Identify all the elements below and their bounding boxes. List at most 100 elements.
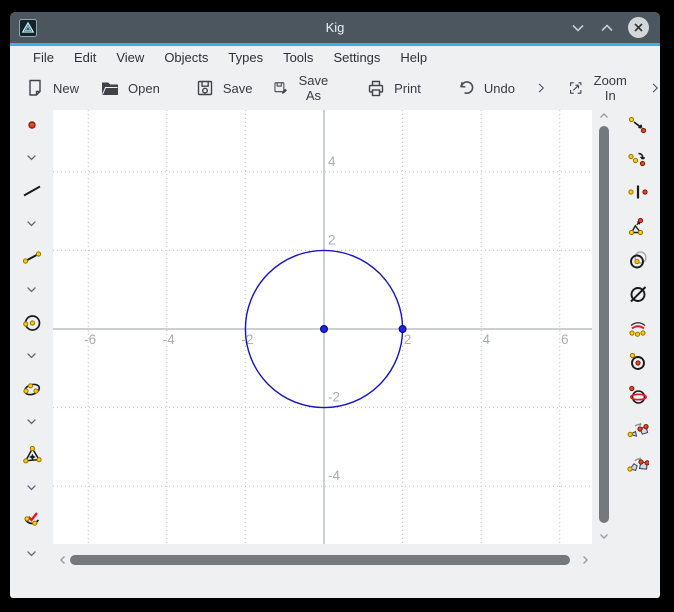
print-icon: [365, 77, 387, 99]
chevron-up-icon: [599, 20, 615, 36]
translate-tool[interactable]: [616, 108, 660, 142]
y-axis-label: -4: [328, 468, 340, 483]
segment-tool[interactable]: [10, 240, 53, 273]
menubar: FileEditViewObjectsTypesToolsSettingsHel…: [10, 46, 660, 68]
menu-types[interactable]: Types: [218, 48, 273, 67]
menu-tools[interactable]: Tools: [273, 48, 323, 67]
circle-tool-expander[interactable]: [10, 339, 53, 372]
chevron-right-small-icon: [648, 81, 660, 95]
app-icon: [19, 19, 37, 37]
test-tool[interactable]: [10, 504, 53, 537]
new-button[interactable]: New: [14, 72, 89, 104]
window-title: Kig: [10, 20, 660, 35]
line-tool[interactable]: [10, 174, 53, 207]
open-folder-icon: [99, 77, 121, 99]
scale-icon: [627, 215, 649, 237]
point-reflection-icon: [627, 181, 649, 203]
translate-icon: [627, 114, 649, 136]
chevron-right-icon: [579, 554, 591, 566]
toolbar-overflow-button[interactable]: [525, 72, 557, 104]
v-scroll-thumb[interactable]: [599, 126, 609, 523]
polygon-tool-expander[interactable]: [10, 471, 53, 504]
menu-objects[interactable]: Objects: [154, 48, 218, 67]
chevron-left-icon: [57, 554, 69, 566]
segment-tool-expander[interactable]: [10, 273, 53, 306]
chevron-down-icon: [23, 215, 40, 232]
x-axis-label: -6: [84, 332, 96, 347]
save-as-icon: [272, 77, 288, 99]
toolbar-button-label: Open: [128, 81, 160, 96]
line-tool-expander[interactable]: [10, 207, 53, 240]
toolbar-button-label: Save: [223, 81, 253, 96]
projective-rotation-icon: [627, 384, 649, 406]
chevron-down-icon: [23, 545, 40, 562]
polygon-tool[interactable]: [10, 438, 53, 471]
inversion-circle-tool[interactable]: [616, 345, 660, 379]
h-scroll-right-button[interactable]: [579, 554, 591, 566]
similitude-tool[interactable]: [616, 412, 660, 446]
menu-view[interactable]: View: [106, 48, 154, 67]
toolbar-button-label: New: [53, 81, 79, 96]
chevron-down-icon: [23, 413, 40, 430]
projective-rotation-tool[interactable]: [616, 378, 660, 412]
minimize-button[interactable]: [570, 20, 586, 36]
right-toolbox: [616, 108, 660, 480]
close-button[interactable]: [628, 17, 649, 38]
chevron-down-icon: [23, 347, 40, 364]
point-reflection-tool[interactable]: [616, 176, 660, 210]
print-button[interactable]: Print: [355, 72, 431, 104]
v-scroll-up-button[interactable]: [598, 110, 610, 122]
menu-edit[interactable]: Edit: [64, 48, 106, 67]
similarity-tool[interactable]: [616, 243, 660, 277]
titlebar[interactable]: Kig: [10, 12, 660, 43]
inversion-circle-icon: [627, 350, 649, 372]
segment-icon: [21, 246, 43, 268]
zoom-in-button[interactable]: Zoom In: [557, 72, 639, 104]
menu-help[interactable]: Help: [390, 48, 437, 67]
save-icon: [194, 77, 216, 99]
point-tool[interactable]: [10, 108, 53, 141]
open-button[interactable]: Open: [89, 72, 170, 104]
geometry-point[interactable]: [321, 326, 328, 333]
line-icon: [21, 180, 43, 202]
x-axis-label: 6: [561, 332, 569, 347]
toolbar-button-label: Zoom In: [591, 73, 629, 103]
chevron-down-icon: [23, 479, 40, 496]
chevron-down-icon: [23, 281, 40, 298]
inversion-tool[interactable]: [616, 277, 660, 311]
similitude-icon: [627, 418, 649, 440]
toolbar-button-label: Save As: [296, 73, 331, 103]
undo-button[interactable]: Undo: [445, 72, 525, 104]
projectivity-tool[interactable]: [616, 446, 660, 480]
similarity-icon: [627, 249, 649, 271]
window-controls: [570, 17, 660, 38]
x-axis-label: -4: [163, 332, 175, 347]
save-as-button[interactable]: Save As: [262, 72, 341, 104]
toolbar-overflow-button[interactable]: [639, 72, 660, 104]
circle-tool[interactable]: [10, 306, 53, 339]
conic-tool-expander[interactable]: [10, 405, 53, 438]
vertical-scrollbar[interactable]: [597, 110, 611, 544]
scale-tool[interactable]: [616, 209, 660, 243]
v-scroll-down-button[interactable]: [598, 530, 610, 542]
harmonic-icon: [627, 317, 649, 339]
save-button[interactable]: Save: [184, 72, 263, 104]
kig-canvas[interactable]: -6-4-2246-4-224: [53, 110, 592, 544]
main-area: -6-4-2246-4-224: [10, 108, 660, 598]
desktop: { "window": { "title": "Kig" }, "titleba…: [0, 0, 674, 612]
rotate-tool[interactable]: [616, 142, 660, 176]
menu-settings[interactable]: Settings: [323, 48, 390, 67]
point-tool-expander[interactable]: [10, 141, 53, 174]
harmonic-homology-tool[interactable]: [616, 311, 660, 345]
inversion-icon: [627, 283, 649, 305]
maximize-button[interactable]: [599, 20, 615, 36]
horizontal-scrollbar[interactable]: [53, 552, 592, 568]
geometry-point[interactable]: [399, 326, 406, 333]
test-tool-expander[interactable]: [10, 537, 53, 570]
h-scroll-left-button[interactable]: [57, 554, 69, 566]
point-icon: [21, 114, 43, 136]
h-scroll-thumb[interactable]: [70, 555, 570, 565]
menu-file[interactable]: File: [23, 48, 64, 67]
new-document-icon: [24, 77, 46, 99]
conic-tool[interactable]: [10, 372, 53, 405]
